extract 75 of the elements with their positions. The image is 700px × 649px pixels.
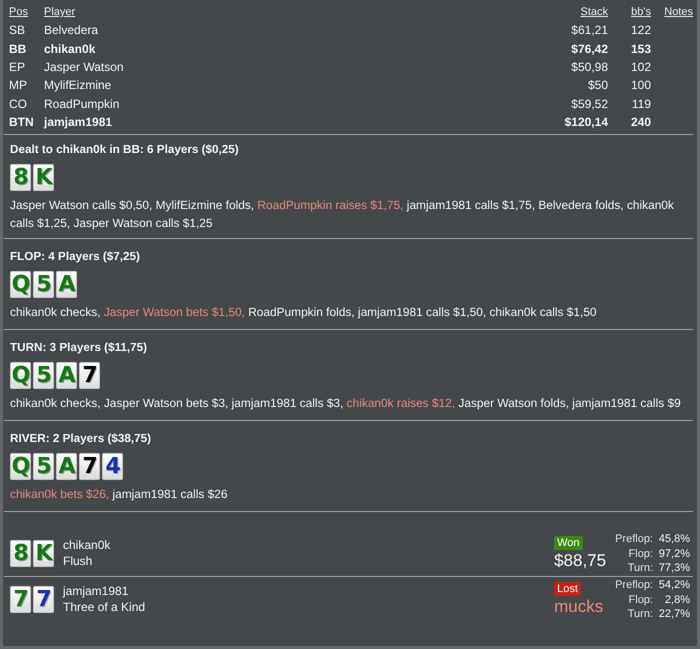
big-blinds-count: 100	[630, 78, 651, 92]
column-header[interactable]: Player	[44, 6, 76, 18]
playing-card: A	[56, 271, 77, 298]
big-blinds-count: 119	[632, 96, 651, 111]
stack-amount: $50,98	[571, 60, 608, 74]
playing-card: A	[56, 453, 77, 480]
action-log: chikan0k checks, Jasper Watson bets $1,50, RoadPumpkin folds, jamjam1981 calls $1,50, chikan0k calls $1,50	[10, 304, 598, 322]
player-name: RoadPumpkin	[44, 96, 120, 111]
playing-card: K	[33, 164, 54, 192]
column-header[interactable]: bb's	[631, 6, 651, 18]
street-title: RIVER: 2 Players ($38,75)	[10, 431, 152, 448]
winnings-amount: $88,75	[554, 550, 606, 572]
stack-amount: $59,52	[571, 96, 608, 111]
stack-amount: $50	[588, 78, 608, 92]
action-log: Jasper Watson calls $0,50, MylifEizmine folds, RoadPumpkin raises $1,75, jamjam1981 calls $1,75, Belvedera folds, chikan0k calls $1,25, Jasper Watson calls $1,25	[10, 197, 675, 232]
equity-value: 97,2%	[658, 548, 690, 560]
position-cell-text: BB	[9, 42, 28, 56]
equity-value: 54,2%	[658, 579, 690, 592]
playing-card: 8	[10, 164, 31, 192]
stack-amount: $76,42	[571, 42, 608, 56]
position-cell-text: BTN	[9, 114, 35, 129]
street-title: TURN: 3 Players ($11,75)	[10, 340, 148, 356]
big-blinds-count: 122	[630, 23, 651, 38]
playing-card: 7	[33, 586, 54, 614]
action-log: chikan0k checks, Jasper Watson bets $3, jamjam1981 calls $3, chikan0k raises $12, Jasper Watson folds, jamjam1981 calls $9	[10, 395, 682, 412]
action-log: chikan0k bets $26, jamjam1981 calls $26	[10, 486, 228, 504]
equity-value: 45,8%	[658, 533, 690, 546]
equity-value: 22,7%	[658, 608, 690, 620]
playing-card: Q	[10, 362, 31, 390]
column-header[interactable]: Pos	[9, 6, 28, 18]
player-name: jamjam1981	[63, 584, 130, 600]
result-badge: Lost	[554, 582, 581, 596]
playing-card: 7	[10, 586, 31, 614]
equity-value: 2,8%	[664, 594, 690, 606]
big-blinds-count: 240	[630, 114, 651, 129]
player-name: chikan0k	[63, 538, 112, 554]
player-name: MylifEizmine	[44, 78, 112, 92]
player-name: jamjam1981	[44, 114, 114, 129]
equity-label: Flop:	[628, 548, 653, 560]
playing-card: 7	[79, 453, 100, 480]
equity-label: Flop:	[628, 594, 653, 606]
playing-card: Q	[10, 453, 31, 480]
player-name: Jasper Watson	[44, 60, 125, 74]
hand-rank: Flush	[63, 554, 94, 570]
street-title: Dealt to chikan0k in BB: 6 Players ($0,25)	[10, 142, 240, 158]
playing-card: K	[33, 540, 54, 568]
equity-label: Turn:	[628, 608, 653, 620]
position-cell-text: CO	[9, 96, 28, 111]
stack-amount: $61,21	[571, 23, 608, 38]
playing-card: 4	[102, 453, 123, 480]
playing-card: 5	[33, 271, 54, 298]
result-badge: Won	[554, 536, 582, 550]
playing-card: 5	[33, 362, 54, 390]
player-name: chikan0k	[44, 42, 96, 56]
big-blinds-count: 153	[630, 42, 651, 56]
hand-rank: Three of a Kind	[63, 600, 146, 616]
position-cell-text: EP	[9, 60, 26, 74]
column-header[interactable]: Notes	[664, 6, 693, 18]
position-cell-text: SB	[9, 23, 26, 38]
equity-label: Preflop:	[615, 579, 653, 592]
player-name: Belvedera	[44, 23, 100, 38]
playing-card: A	[56, 362, 77, 390]
playing-card: Q	[10, 271, 31, 298]
big-blinds-count: 102	[630, 60, 651, 74]
equity-label: Turn:	[628, 562, 653, 574]
stack-amount: $120,14	[564, 114, 608, 129]
position-cell-text: MP	[9, 78, 28, 92]
playing-card: 7	[79, 362, 100, 390]
column-header[interactable]: Stack	[580, 6, 608, 18]
muck-label: mucks	[554, 596, 604, 618]
playing-card: 8	[10, 540, 31, 568]
equity-label: Preflop:	[615, 533, 653, 546]
street-title: FLOP: 4 Players ($7,25)	[10, 249, 141, 266]
playing-card: 5	[33, 453, 54, 480]
equity-value: 77,3%	[658, 562, 690, 574]
